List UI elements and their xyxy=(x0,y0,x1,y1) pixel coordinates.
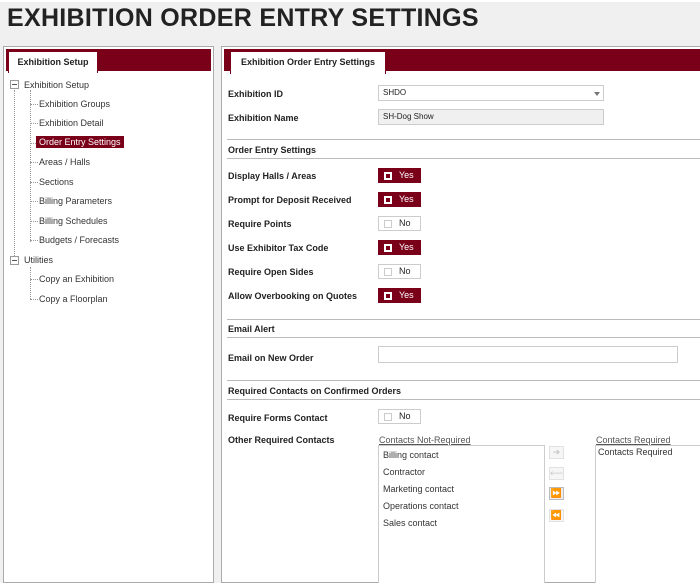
list-item[interactable]: Marketing contact xyxy=(383,484,454,494)
require-open-sides-value: No xyxy=(399,266,411,276)
exhibition-id-select[interactable]: SHDO xyxy=(378,85,604,101)
tree-connector xyxy=(30,162,38,163)
contacts-not-required-list[interactable]: Billing contact Contractor Marketing con… xyxy=(378,445,545,583)
tree-item-budgets-forecasts[interactable]: Budgets / Forecasts xyxy=(39,235,119,245)
tree-connector xyxy=(30,104,38,105)
require-points-value: No xyxy=(399,218,411,228)
list-item[interactable]: Sales contact xyxy=(383,518,437,528)
exhibitor-tax-code-value: Yes xyxy=(399,242,414,252)
page-title: EXHIBITION ORDER ENTRY SETTINGS xyxy=(7,4,479,32)
email-new-order-label: Email on New Order xyxy=(228,353,314,363)
contacts-required-caption: Contacts Required xyxy=(596,435,671,445)
tree-item-utilities[interactable]: Utilities xyxy=(24,255,53,265)
required-contacts-section-title: Required Contacts on Confirmed Orders xyxy=(228,386,402,396)
top-strip xyxy=(0,0,700,2)
tree-connector xyxy=(30,90,31,242)
tree-connector xyxy=(30,201,38,202)
require-open-sides-toggle[interactable]: No xyxy=(378,264,421,279)
tree-connector xyxy=(30,123,38,124)
tree-item-sections[interactable]: Sections xyxy=(39,177,74,187)
section-divider xyxy=(227,337,700,338)
tree-item-exhibition-setup[interactable]: Exhibition Setup xyxy=(24,80,89,90)
checkbox-icon xyxy=(384,413,392,421)
move-right-button[interactable]: ➜ xyxy=(549,446,564,459)
email-alert-section-title: Email Alert xyxy=(228,324,275,334)
require-points-toggle[interactable]: No xyxy=(378,216,421,231)
display-halls-label: Display Halls / Areas xyxy=(228,171,317,181)
tree-item-billing-parameters[interactable]: Billing Parameters xyxy=(39,196,112,206)
collapse-exhibition-setup-icon[interactable] xyxy=(10,80,19,89)
tree-connector xyxy=(30,221,38,222)
display-halls-value: Yes xyxy=(399,170,414,180)
prompt-deposit-toggle[interactable]: Yes xyxy=(378,192,421,207)
order-entry-section-title: Order Entry Settings xyxy=(228,145,317,155)
exhibition-name-value: SH-Dog Show xyxy=(383,112,434,121)
contacts-required-list[interactable]: Contacts Required xyxy=(595,445,700,583)
tree-connector xyxy=(30,267,31,299)
prompt-deposit-value: Yes xyxy=(399,194,414,204)
checkbox-icon xyxy=(384,196,392,204)
allow-overbooking-value: Yes xyxy=(399,290,414,300)
require-open-sides-label: Require Open Sides xyxy=(228,267,314,277)
section-divider xyxy=(227,319,700,320)
tree-item-exhibition-groups[interactable]: Exhibition Groups xyxy=(39,99,110,109)
prompt-deposit-label: Prompt for Deposit Received xyxy=(228,195,352,205)
list-item[interactable]: Contacts Required xyxy=(598,447,673,457)
require-forms-contact-label: Require Forms Contact xyxy=(228,413,328,423)
tree-item-exhibition-detail[interactable]: Exhibition Detail xyxy=(39,118,104,128)
tree-connector xyxy=(30,240,38,241)
exhibition-name-field: SH-Dog Show xyxy=(378,109,604,125)
tree-item-billing-schedules[interactable]: Billing Schedules xyxy=(39,216,108,226)
chevron-down-icon[interactable] xyxy=(594,92,600,96)
checkbox-icon xyxy=(384,268,392,276)
collapse-utilities-icon[interactable] xyxy=(10,256,19,265)
checkbox-icon xyxy=(384,220,392,228)
exhibitor-tax-code-label: Use Exhibitor Tax Code xyxy=(228,243,329,253)
contacts-not-required-caption: Contacts Not-Required xyxy=(379,435,471,445)
tab-exhibition-order-entry-settings[interactable]: Exhibition Order Entry Settings xyxy=(230,51,386,74)
list-item[interactable]: Billing contact xyxy=(383,450,439,460)
exhibitor-tax-code-toggle[interactable]: Yes xyxy=(378,240,421,255)
settings-panel: Exhibition Order Entry Settings Exhibiti… xyxy=(221,46,700,583)
checkbox-icon xyxy=(384,292,392,300)
exhibition-id-label: Exhibition ID xyxy=(228,89,283,99)
require-points-label: Require Points xyxy=(228,219,292,229)
move-left-button[interactable]: ⟵ xyxy=(549,467,564,480)
tree-connector xyxy=(14,90,15,260)
list-item[interactable]: Operations contact xyxy=(383,501,459,511)
require-forms-contact-toggle[interactable]: No xyxy=(378,409,421,424)
exhibition-name-label: Exhibition Name xyxy=(228,113,299,123)
tab-exhibition-setup[interactable]: Exhibition Setup xyxy=(8,51,98,73)
move-all-left-button[interactable]: ⏪ xyxy=(549,509,564,522)
checkbox-icon xyxy=(384,172,392,180)
tree-item-areas-halls[interactable]: Areas / Halls xyxy=(39,157,90,167)
allow-overbooking-label: Allow Overbooking on Quotes xyxy=(228,291,358,301)
section-divider xyxy=(227,380,700,381)
exhibition-id-value: SHDO xyxy=(383,88,407,97)
other-required-contacts-label: Other Required Contacts xyxy=(228,435,335,445)
allow-overbooking-toggle[interactable]: Yes xyxy=(378,288,421,303)
checkbox-icon xyxy=(384,244,392,252)
move-all-right-button[interactable]: ⏩ xyxy=(549,487,564,500)
section-divider xyxy=(227,399,700,400)
tree-item-copy-a-floorplan[interactable]: Copy a Floorplan xyxy=(39,294,108,304)
navigation-panel: Exhibition Setup Exhibition Setup Exhibi… xyxy=(3,46,214,583)
tree-item-copy-an-exhibition[interactable]: Copy an Exhibition xyxy=(39,274,114,284)
section-divider xyxy=(227,139,700,140)
require-forms-contact-value: No xyxy=(399,411,411,421)
tree-connector xyxy=(30,182,38,183)
list-item[interactable]: Contractor xyxy=(383,467,425,477)
tree-item-order-entry-settings[interactable]: Order Entry Settings xyxy=(36,136,124,148)
email-new-order-input[interactable] xyxy=(378,346,678,363)
tree-connector xyxy=(30,279,38,280)
section-divider xyxy=(227,158,700,159)
display-halls-toggle[interactable]: Yes xyxy=(378,168,421,183)
tree-connector xyxy=(30,299,38,300)
